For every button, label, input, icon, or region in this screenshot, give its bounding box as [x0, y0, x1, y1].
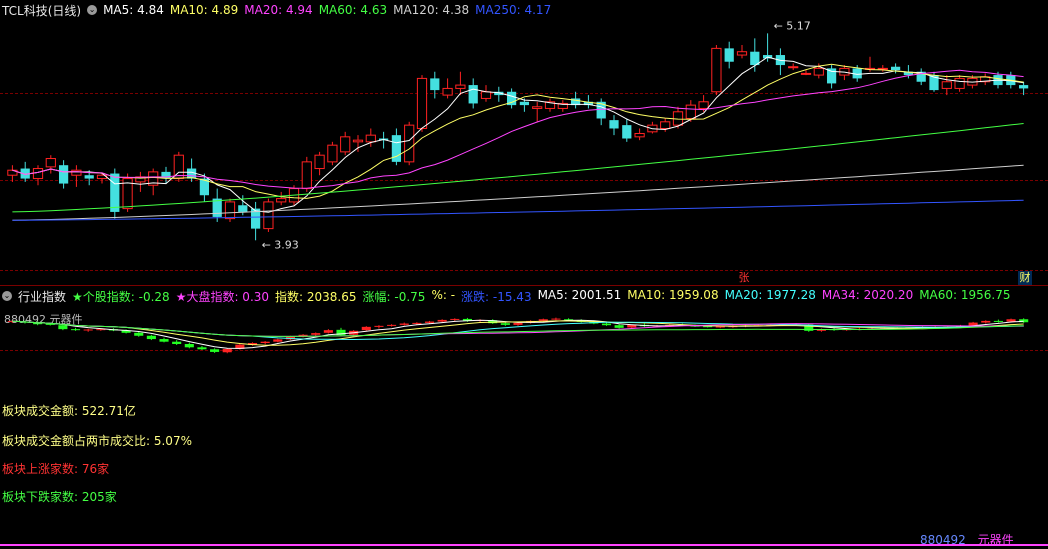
price-candle	[314, 154, 325, 170]
index-candle	[210, 349, 220, 352]
index-candle	[260, 341, 270, 344]
index-candle	[197, 347, 207, 350]
price-candle	[301, 161, 312, 190]
index-candle	[146, 335, 156, 340]
price-candle	[455, 84, 466, 89]
ma60-line	[12, 123, 1024, 213]
price-candle	[430, 78, 440, 91]
price-candle	[263, 201, 274, 230]
index-candle	[424, 321, 435, 323]
index-candle	[500, 323, 510, 325]
index-candle	[399, 323, 409, 325]
price-candle	[161, 171, 171, 179]
ma250-line	[12, 199, 1024, 221]
index-candle	[172, 341, 182, 345]
price-candle	[941, 81, 952, 89]
price-candle	[110, 173, 120, 212]
index-candle	[715, 326, 725, 328]
price-candle	[238, 205, 248, 212]
index-candle	[387, 324, 397, 326]
price-candle	[84, 175, 94, 179]
index-candle	[1006, 319, 1016, 322]
ma5-line	[12, 56, 1024, 213]
index-candle	[70, 329, 81, 331]
price-candle	[365, 134, 376, 143]
price-candle	[890, 66, 901, 71]
price-candle	[352, 139, 364, 143]
price-candle	[519, 101, 530, 106]
price-candle	[224, 201, 236, 220]
chart-canvas: ← 5.17 ← 3.93	[7, 19, 1029, 354]
price-candle	[480, 91, 492, 99]
index-candle	[83, 329, 93, 331]
price-candle	[788, 66, 799, 69]
index-candle	[551, 318, 561, 320]
price-candle	[340, 136, 351, 153]
index-candle	[513, 322, 523, 325]
price-candle	[877, 67, 888, 70]
index-candle	[323, 330, 333, 333]
price-candle	[800, 72, 812, 75]
price-high-label: ← 5.17	[774, 19, 811, 32]
index-candle	[361, 326, 371, 331]
price-candle	[954, 77, 965, 89]
index-candle	[159, 339, 169, 342]
index-candle	[981, 320, 991, 323]
price-candle	[711, 47, 722, 93]
price-candle	[685, 104, 696, 119]
price-candle	[327, 144, 338, 163]
price-candle	[1018, 85, 1029, 89]
index-candle	[437, 319, 447, 322]
price-candle	[634, 132, 645, 138]
index-candle	[450, 318, 460, 320]
price-candle	[276, 198, 287, 203]
index-candle	[45, 323, 55, 325]
price-candle	[58, 165, 69, 184]
price-candle	[404, 124, 415, 163]
price-low-label: ← 3.93	[262, 238, 299, 251]
price-candle	[736, 51, 748, 56]
price-candle	[609, 120, 619, 129]
index-candle	[311, 333, 321, 335]
index-candle	[273, 339, 283, 342]
price-candle	[660, 121, 671, 129]
price-candle	[32, 168, 44, 180]
price-candle	[442, 87, 453, 96]
price-candle	[532, 106, 543, 109]
price-candle	[416, 77, 428, 129]
price-candle	[71, 169, 82, 176]
index-candle	[412, 322, 422, 324]
index-candle	[184, 344, 194, 348]
index-candle	[222, 348, 232, 353]
index-candle	[374, 325, 384, 327]
index-candle	[614, 325, 624, 328]
index-candle	[134, 332, 144, 336]
index-candle	[601, 323, 612, 326]
price-candle	[468, 85, 478, 104]
price-candle	[698, 101, 709, 109]
index-candle	[58, 325, 68, 330]
index-candle	[993, 320, 1003, 322]
price-candle	[724, 48, 734, 62]
price-candle	[45, 158, 56, 168]
ma20-line	[12, 69, 1024, 189]
price-candle	[622, 125, 632, 139]
price-candle	[813, 67, 824, 76]
